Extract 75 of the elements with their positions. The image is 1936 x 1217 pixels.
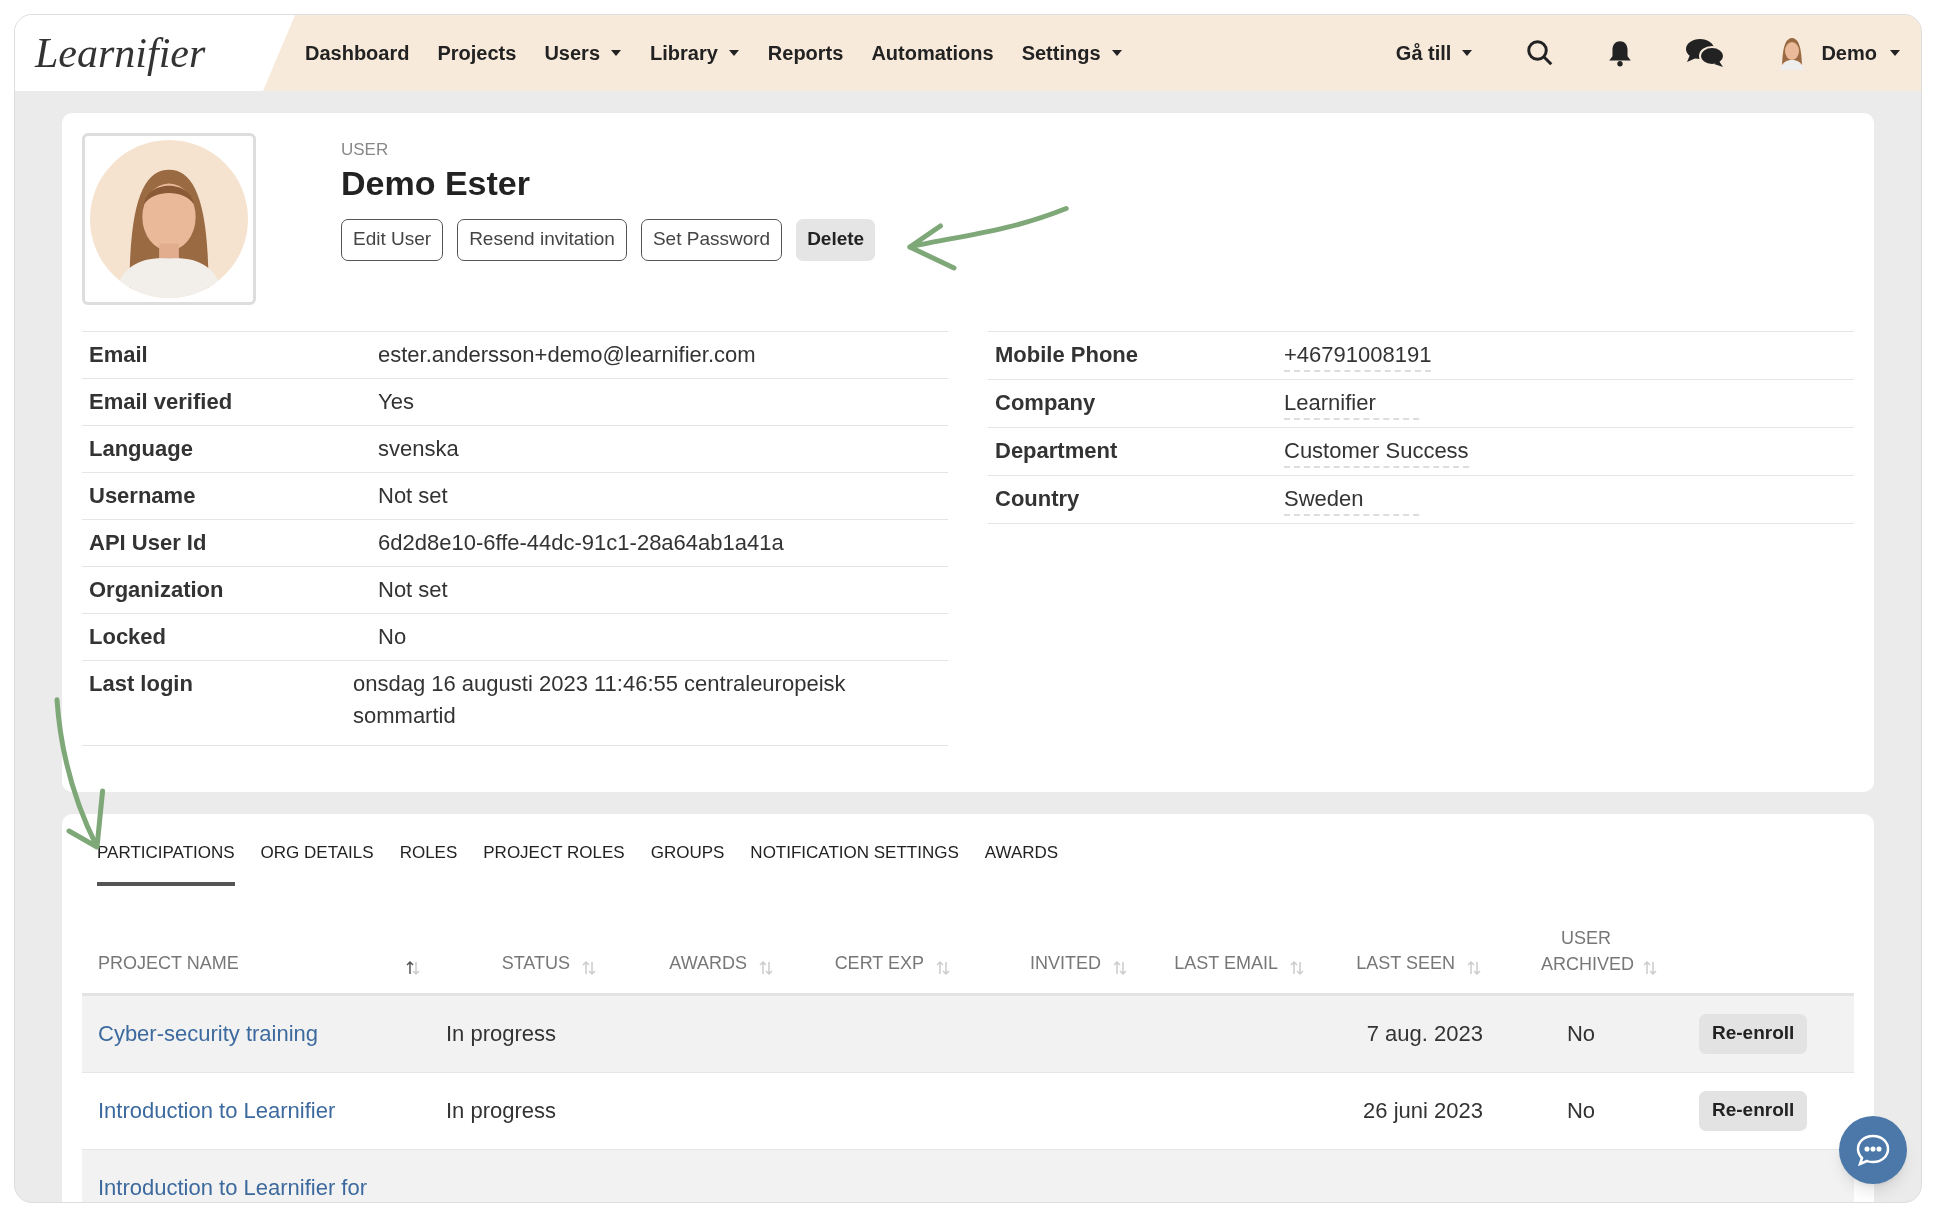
column-header[interactable]: LAST EMAIL — [1174, 949, 1278, 977]
tab[interactable]: PARTICIPATIONS — [97, 840, 235, 886]
chat-icon — [1855, 1133, 1891, 1167]
nav-link[interactable]: Library — [650, 38, 740, 68]
detail-label: Organization — [88, 576, 225, 604]
user-menu[interactable]: Demo — [1821, 38, 1901, 68]
detail-label: Locked — [88, 623, 168, 651]
detail-label: Language — [88, 435, 194, 463]
detail-label: Department — [994, 437, 1119, 465]
detail-value: 6d2d8e10-6ffe-44dc-91c1-28a64ab1a41a — [378, 529, 784, 557]
detail-value: svenska — [378, 435, 459, 463]
project-link[interactable]: Introduction to Learnifier — [98, 1098, 336, 1123]
user-name: Demo Ester — [341, 162, 531, 203]
detail-value: No — [378, 623, 407, 651]
user-kicker: USER — [341, 139, 390, 161]
caret-icon — [1889, 49, 1901, 57]
detail-label: Country — [994, 485, 1081, 513]
editable-value[interactable]: +46791008191 — [1284, 339, 1432, 372]
tab[interactable]: PROJECT ROLES — [483, 840, 625, 886]
caret-icon — [727, 49, 740, 57]
tab[interactable]: ORG DETAILS — [260, 840, 374, 886]
chat-bubbles-icon[interactable] — [1685, 37, 1726, 69]
detail-label: Mobile Phone — [994, 341, 1139, 369]
column-header[interactable]: CERT EXP — [834, 949, 924, 977]
column-header[interactable]: STATUS — [501, 949, 570, 977]
detail-label: Company — [994, 389, 1097, 417]
column-header[interactable]: AWARDS — [669, 949, 747, 977]
bell-icon[interactable] — [1607, 39, 1634, 67]
caret-icon — [1461, 49, 1474, 57]
project-link[interactable]: Introduction to Learnifier for — [98, 1175, 368, 1200]
editable-value[interactable]: Sweden — [1284, 483, 1419, 516]
nav-link[interactable]: Projects — [437, 38, 517, 68]
re-enroll-button[interactable]: Re-enroll — [1699, 1013, 1808, 1054]
detail-label: Username — [88, 482, 197, 510]
detail-value: ester.andersson+demo@learnifier.com — [378, 341, 756, 369]
detail-value: onsdag 16 augusti 2023 11:46:55 centraleuropeisk sommartid — [353, 670, 847, 730]
tab[interactable]: ROLES — [399, 840, 458, 886]
action-button[interactable]: Edit User — [341, 218, 444, 261]
status-cell: In progress — [446, 1021, 557, 1046]
chat-button[interactable] — [1839, 1116, 1907, 1184]
tab[interactable]: AWARDS — [984, 840, 1059, 886]
nav-link[interactable]: Automations — [871, 38, 994, 68]
nav-link[interactable]: Reports — [767, 38, 844, 68]
column-header[interactable]: INVITED — [1030, 949, 1101, 977]
nav-link[interactable]: Users — [544, 38, 622, 68]
logo[interactable]: Learnifier — [35, 21, 206, 85]
project-link[interactable]: Cyber-security training — [98, 1021, 319, 1046]
last-seen-cell: 7 aug. 2023 — [1366, 1021, 1483, 1046]
detail-label: Email verified — [88, 388, 234, 416]
action-button[interactable]: Resend invitation — [457, 218, 627, 261]
detail-value: Not set — [378, 482, 448, 510]
caret-icon — [1110, 49, 1123, 57]
detail-label: API User Id — [88, 529, 208, 557]
caret-icon — [610, 49, 622, 57]
tab[interactable]: NOTIFICATION SETTINGS — [750, 840, 959, 886]
tab[interactable]: GROUPS — [650, 840, 725, 886]
re-enroll-button[interactable]: Re-enroll — [1699, 1090, 1808, 1131]
nav-link[interactable]: Settings — [1021, 38, 1123, 68]
last-seen-cell: 26 juni 2023 — [1363, 1098, 1483, 1123]
action-button[interactable]: Set Password — [640, 218, 783, 261]
delete-button[interactable]: Delete — [796, 218, 876, 261]
detail-value: Not set — [378, 576, 448, 604]
archived-cell: No — [1566, 1098, 1596, 1123]
detail-value: Yes — [378, 388, 414, 416]
column-header[interactable]: LAST SEEN — [1356, 949, 1455, 977]
column-header[interactable]: USER ARCHIVED — [1541, 924, 1631, 977]
status-cell: In progress — [446, 1098, 557, 1123]
editable-value[interactable]: Learnifier — [1284, 387, 1419, 420]
column-header[interactable]: PROJECT NAME — [98, 949, 239, 977]
editable-value[interactable]: Customer Success — [1284, 435, 1469, 468]
sort-icon[interactable] — [404, 958, 422, 977]
archived-cell: No — [1566, 1021, 1596, 1046]
detail-label: Email — [88, 341, 149, 369]
nav-link[interactable]: Dashboard — [305, 38, 410, 68]
goto-menu[interactable]: Gå till — [1395, 38, 1474, 68]
